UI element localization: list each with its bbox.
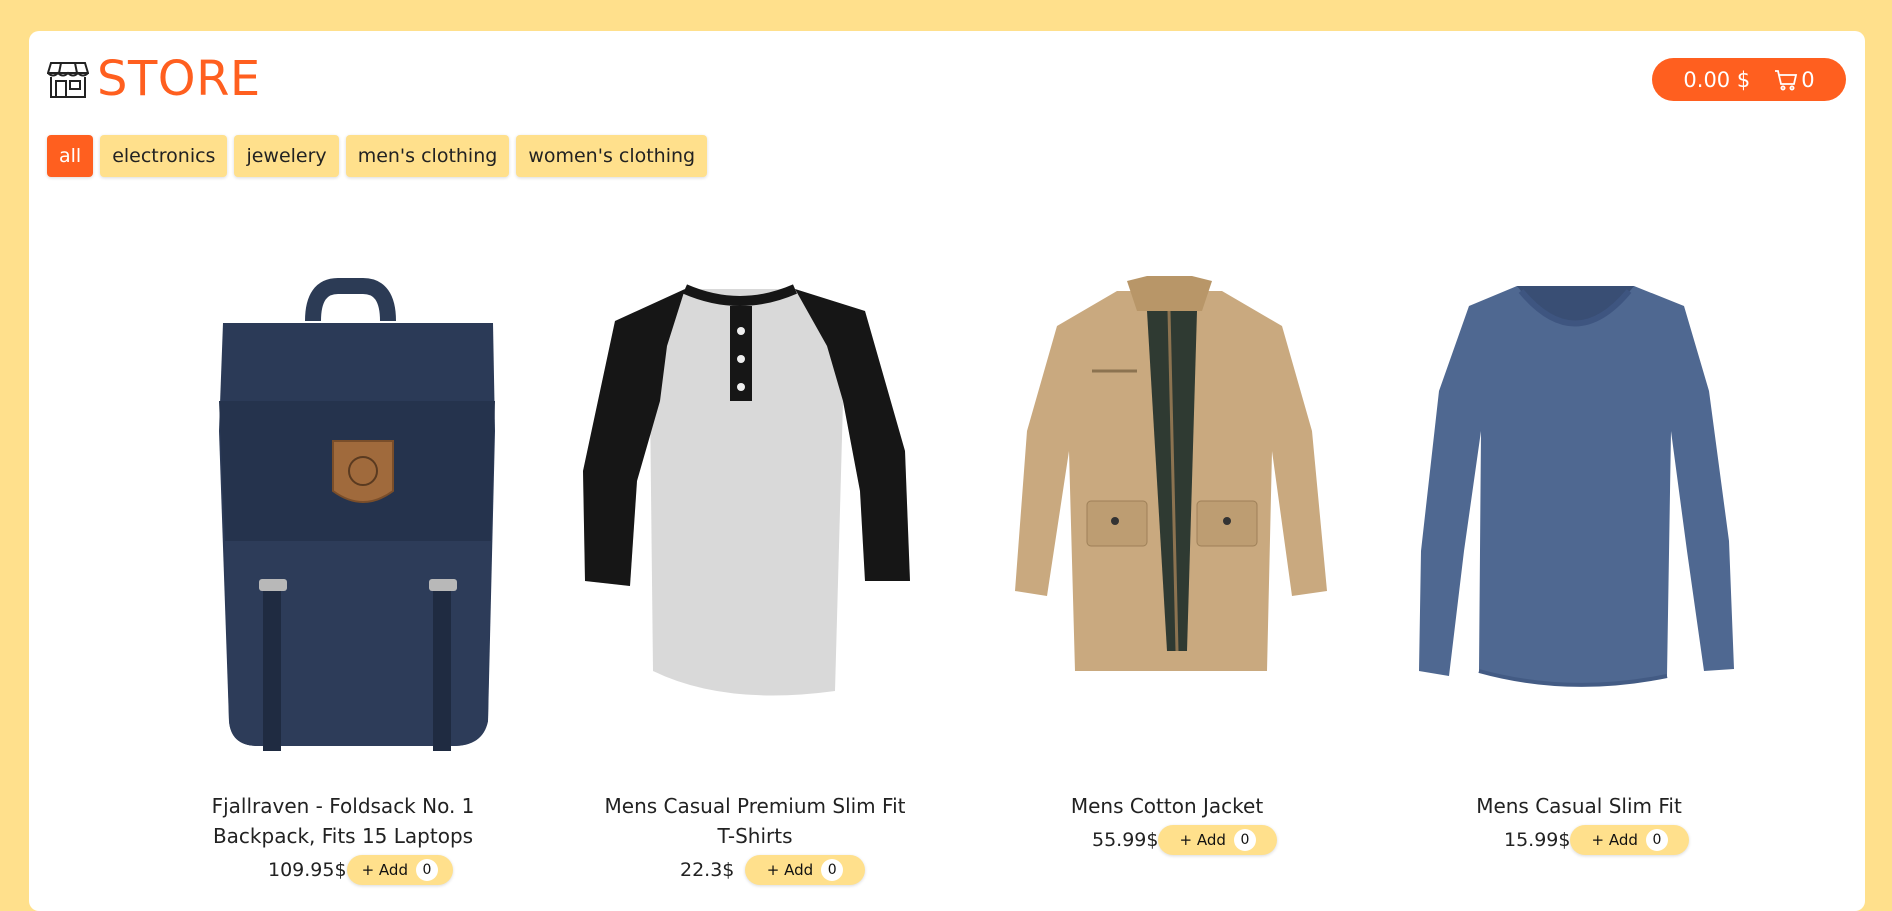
longsleeve-image [1419, 286, 1734, 687]
product-price: 15.99$ [1504, 829, 1571, 851]
add-label: + Add [1591, 831, 1638, 849]
add-to-cart-button[interactable]: + Add 0 [745, 855, 865, 885]
cart-icon [1775, 69, 1798, 90]
quantity-badge: 0 [1233, 829, 1256, 851]
product-card: Mens Cotton Jacket 55.99$ + Add 0 [977, 251, 1357, 855]
product-image[interactable] [153, 251, 533, 791]
product-title: Mens Casual Premium Slim Fit T-Shirts [604, 794, 906, 848]
store-title: STORE [97, 51, 261, 107]
add-label: + Add [766, 861, 814, 879]
add-to-cart-button[interactable]: + Add 0 [1570, 825, 1689, 855]
filter-all[interactable]: all [47, 135, 94, 177]
product-price: 55.99$ [1092, 829, 1159, 851]
product-card: Mens Casual Premium Slim Fit T-Shirts 22… [565, 251, 945, 885]
product-actions: 22.3$ + Add 0 [565, 855, 945, 885]
backpack-image [219, 278, 495, 751]
product-card: Mens Casual Slim Fit 15.99$ + Add 0 [1389, 251, 1769, 855]
quantity-badge: 0 [821, 859, 844, 881]
add-to-cart-button[interactable]: + Add 0 [1158, 825, 1277, 855]
product-actions: 15.99$ + Add 0 [1389, 825, 1769, 855]
product-title: Mens Casual Slim Fit [1476, 794, 1682, 818]
tshirt-image [583, 284, 910, 696]
filter-electronics[interactable]: electronics [100, 135, 228, 177]
filter-jewelery[interactable]: jewelery [234, 135, 339, 177]
jacket-image [1015, 276, 1327, 671]
add-to-cart-button[interactable]: + Add 0 [346, 855, 453, 885]
filter-mens-clothing[interactable]: men's clothing [345, 135, 510, 177]
product-price: 109.95$ [268, 859, 347, 881]
product-image[interactable] [977, 251, 1357, 791]
quantity-badge: 0 [415, 859, 438, 881]
product-title: Mens Cotton Jacket [1070, 794, 1264, 818]
category-filters: all electronics jewelery men's clothing … [47, 135, 708, 177]
product-image[interactable] [565, 251, 945, 791]
product-actions: 109.95$ + Add 0 [153, 855, 533, 885]
cart-count: 0 [1801, 67, 1815, 92]
cart-count-group: 0 [1774, 67, 1815, 92]
storefront-icon [47, 62, 89, 98]
store-panel: STORE 0.00 $ 0 all electronics jewelery … [29, 31, 1865, 911]
product-card: Fjallraven - Foldsack No. 1 Backpack, Fi… [153, 251, 533, 885]
quantity-badge: 0 [1645, 829, 1668, 851]
cart-button[interactable]: 0.00 $ 0 [1652, 58, 1846, 101]
product-price: 22.3$ [680, 859, 735, 881]
product-image[interactable] [1389, 251, 1769, 791]
product-title: Fjallraven - Foldsack No. 1 Backpack, Fi… [211, 794, 475, 848]
cart-total: 0.00 $ [1683, 67, 1751, 92]
add-label: + Add [1179, 831, 1226, 849]
filter-womens-clothing[interactable]: women's clothing [516, 135, 708, 177]
add-label: + Add [361, 861, 408, 879]
store-header: STORE [47, 55, 261, 103]
product-actions: 55.99$ + Add 0 [977, 825, 1357, 855]
